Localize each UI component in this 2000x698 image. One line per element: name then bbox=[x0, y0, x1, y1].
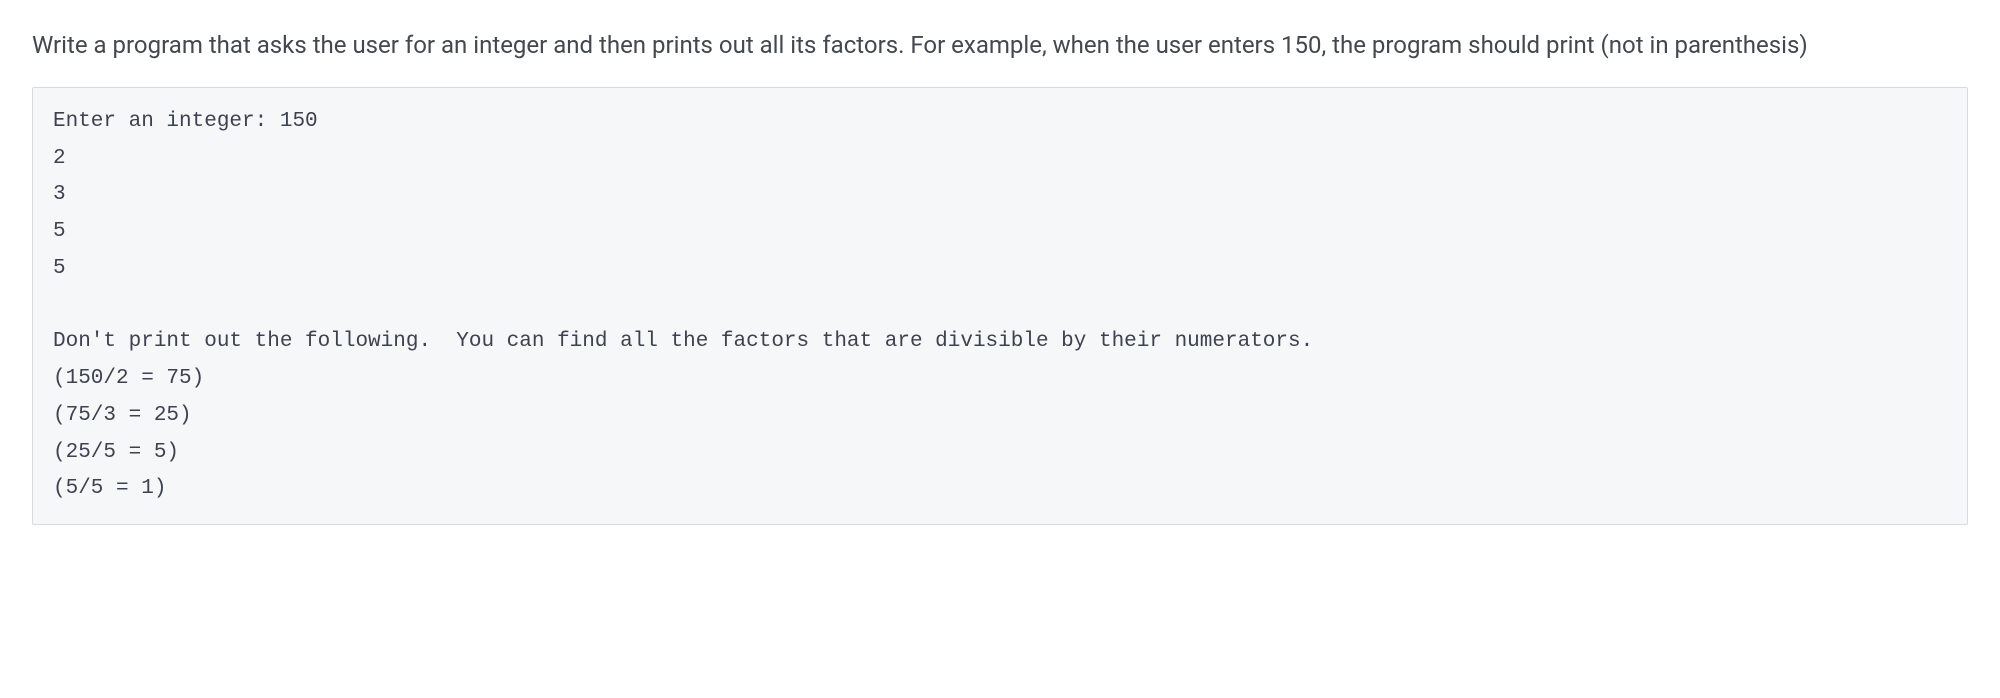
code-sample-block: Enter an integer: 150 2 3 5 5 Don't prin… bbox=[32, 87, 1968, 525]
question-prompt: Write a program that asks the user for a… bbox=[32, 28, 1968, 63]
